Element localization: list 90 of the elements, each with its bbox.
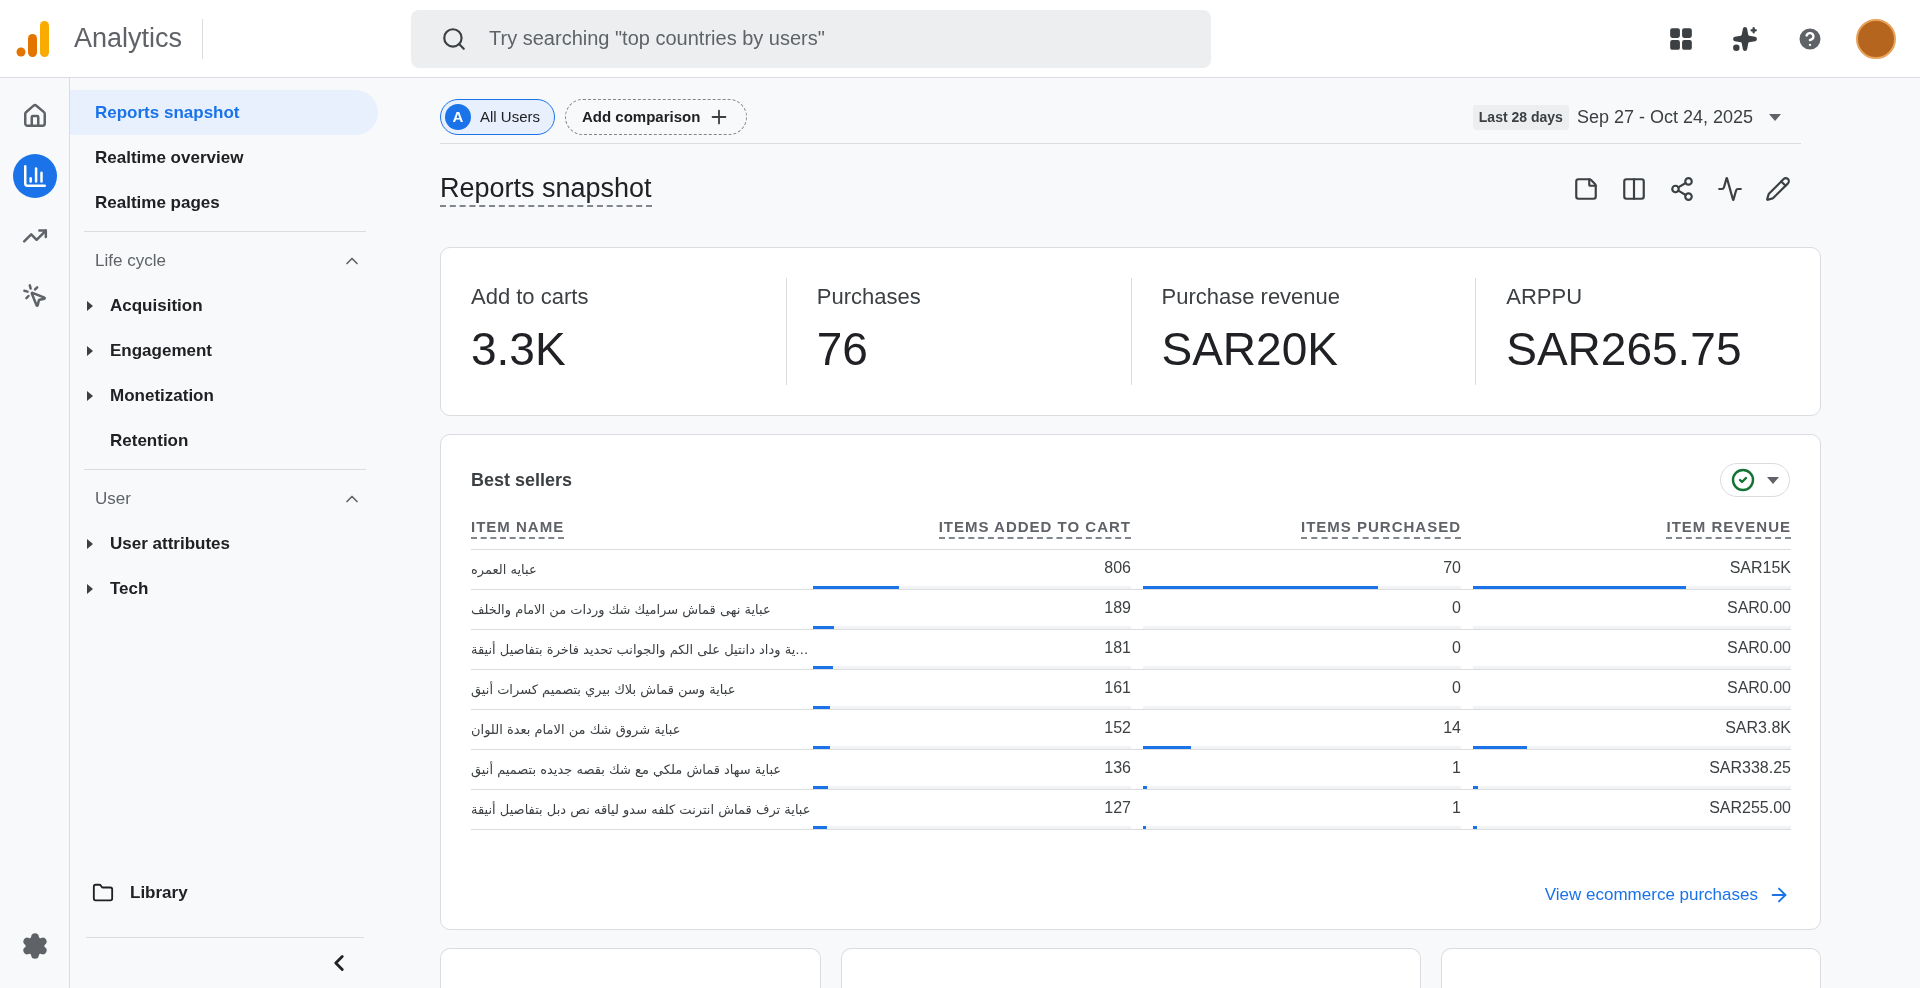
view-purchases-link[interactable]: View ecommerce purchases xyxy=(1544,881,1790,908)
table-cell-text: 0 xyxy=(1452,678,1461,699)
logo-icon xyxy=(16,20,50,57)
table-cell-text: SAR0.00 xyxy=(1726,598,1791,619)
nav-item[interactable]: Retention xyxy=(70,418,380,463)
column-header[interactable]: ITEMS ADDED TO CART xyxy=(938,517,1131,540)
table-cell-text: عباية سهاد قماش ملكي مع شك بقصه جديده بتصميم أنيق xyxy=(471,760,782,780)
nav-item[interactable]: Acquisition xyxy=(70,283,380,328)
nav-item[interactable]: Realtime overview xyxy=(70,135,378,180)
table-cell-text: 1 xyxy=(1452,798,1461,819)
avatar[interactable] xyxy=(1856,18,1896,59)
grid-icon xyxy=(1668,25,1694,52)
caret-icon xyxy=(86,345,94,356)
table-cell-text: 152 xyxy=(1104,718,1131,739)
table-cell-text: SAR3.8K xyxy=(1725,718,1791,739)
table-cell-text: عباية وسن قماش بلاك بيري بتصميم كسرات أنيق xyxy=(471,680,736,700)
folder-icon xyxy=(92,882,114,904)
table-cell-text: SAR0.00 xyxy=(1726,678,1791,699)
metric-label: ARPPU xyxy=(1506,282,1584,311)
section-header[interactable]: Life cycle xyxy=(70,238,380,283)
nav-item[interactable]: Realtime pages xyxy=(70,180,378,225)
table-cell-text: عباية نهى قماش سراميك شك وردات من الامام والخلف xyxy=(471,600,771,620)
nav-item[interactable]: Reports snapshot xyxy=(70,90,378,135)
metric-value: 76 xyxy=(816,321,869,377)
segment-chip[interactable]: A All Users xyxy=(440,99,555,136)
metric-value: SAR20K xyxy=(1161,321,1339,377)
nav-item[interactable]: User attributes xyxy=(70,521,380,566)
table-cell-text: SAR255.00 xyxy=(1709,798,1791,819)
caret-icon xyxy=(86,538,94,549)
table-cell-text: SAR15K xyxy=(1729,558,1791,579)
column-header[interactable]: ITEM NAME xyxy=(471,517,565,540)
settings-icon xyxy=(20,932,49,960)
insights-button[interactable] xyxy=(1717,176,1743,203)
edit-button[interactable] xyxy=(1765,176,1791,203)
nav-item[interactable]: Tech xyxy=(70,566,380,611)
section-header[interactable]: User xyxy=(70,476,380,521)
table-cell-text: 0 xyxy=(1452,638,1461,659)
share-button[interactable] xyxy=(1669,176,1695,203)
caret-icon xyxy=(86,390,94,401)
columns-icon xyxy=(1621,176,1647,203)
table-cell-text: 189 xyxy=(1104,598,1131,619)
caret-icon xyxy=(86,300,94,311)
table-cell-text: 0 xyxy=(1452,598,1461,619)
metric-label: Purchase revenue xyxy=(1161,282,1342,311)
compare-button[interactable] xyxy=(1621,176,1647,203)
table-cell-text: عبايه العمره xyxy=(471,560,537,580)
table-cell-text: 14 xyxy=(1443,718,1461,739)
column-header[interactable]: ITEM REVENUE xyxy=(1666,517,1791,540)
table-cell-text: 806 xyxy=(1104,558,1131,579)
sparkle-icon xyxy=(1732,25,1758,52)
library-link[interactable]: Library xyxy=(70,871,380,915)
caret-icon xyxy=(86,583,94,594)
table-cell-text: عباية شروق شك من الامام بعدة اللوان xyxy=(471,720,681,740)
metric-label: Add to carts xyxy=(471,282,590,311)
table-cell-text: 1 xyxy=(1452,758,1461,779)
note-icon xyxy=(1573,176,1599,203)
search-field[interactable]: Try searching "top countries by users" xyxy=(411,9,1212,68)
date-range-label: Last 28 days xyxy=(1472,104,1569,130)
table-cell-text: SAR338.25 xyxy=(1709,758,1791,779)
pencil-icon xyxy=(1765,176,1791,203)
column-header[interactable]: ITEMS PURCHASED xyxy=(1301,517,1461,540)
nav-item[interactable]: Monetization xyxy=(70,373,380,418)
dropdown-icon xyxy=(1767,476,1779,484)
table-cell-text: 181 xyxy=(1104,638,1131,659)
bar-chart-icon xyxy=(21,163,48,189)
check-circle-icon xyxy=(1731,468,1755,493)
date-range-picker[interactable]: Sep 27 - Oct 24, 2025 xyxy=(1576,103,1781,131)
dropdown-icon xyxy=(1769,113,1781,121)
table-cell-text: 70 xyxy=(1443,558,1461,579)
table-cell-text: …ية وداد دانتيل على الكم والجوانب تحديد فاخرة بتفاصيل أنيقة xyxy=(471,640,809,660)
nav-item[interactable]: Engagement xyxy=(70,328,380,373)
table-cell-text: SAR0.00 xyxy=(1726,638,1791,659)
table-cell-text: 136 xyxy=(1104,758,1131,779)
page-title: Reports snapshot xyxy=(440,171,652,208)
table-cell-text: 161 xyxy=(1104,678,1131,699)
segment-badge: A xyxy=(445,104,471,131)
card-title: Best sellers xyxy=(471,468,573,492)
search-icon xyxy=(441,25,468,52)
bar-chart-button[interactable] xyxy=(12,154,57,198)
table-cell-text: عباية ترف قماش انترنت كلفه سدو لياقه نص دبل بتفاصيل أنيقة xyxy=(471,800,811,820)
metric-label: Purchases xyxy=(816,282,922,311)
metric-value: SAR265.75 xyxy=(1506,321,1743,377)
table-cell-text: 127 xyxy=(1104,798,1131,819)
note-button[interactable] xyxy=(1573,176,1599,203)
pulse-line-icon xyxy=(1717,176,1743,203)
product-name: Analytics xyxy=(74,22,183,56)
metric-value: 3.3K xyxy=(471,321,567,377)
home-icon xyxy=(21,103,48,129)
share-icon xyxy=(1669,176,1695,203)
cursor-click-icon xyxy=(21,283,48,309)
